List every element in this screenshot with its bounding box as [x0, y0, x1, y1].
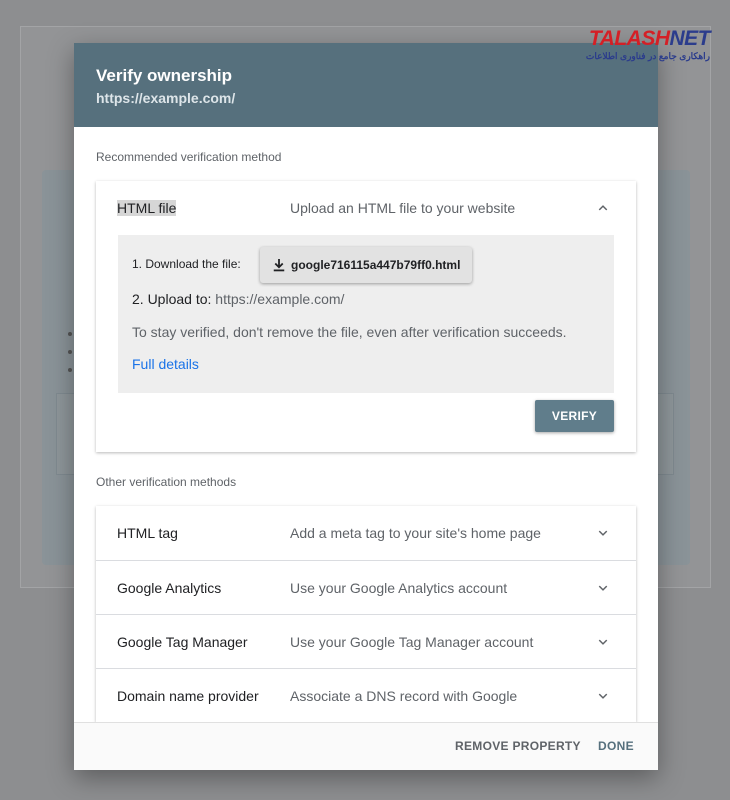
method-description: Upload an HTML file to your website	[290, 200, 516, 216]
method-row-html-tag[interactable]: HTML tag Add a meta tag to your site's h…	[96, 506, 636, 560]
chevron-down-icon[interactable]	[594, 687, 612, 705]
logo-part-1: TALASH	[588, 27, 670, 50]
background-bullet	[68, 332, 72, 336]
background-bullet	[68, 368, 72, 372]
method-name: HTML tag	[117, 525, 178, 541]
upload-step: 2. Upload to: https://example.com/	[132, 291, 344, 307]
method-row-domain-name-provider[interactable]: Domain name provider Associate a DNS rec…	[96, 668, 636, 722]
method-row-google-tag-manager[interactable]: Google Tag Manager Use your Google Tag M…	[96, 614, 636, 668]
dialog-footer: REMOVE PROPERTY DONE	[74, 722, 658, 770]
method-description: Add a meta tag to your site's home page	[290, 525, 541, 541]
upload-url: https://example.com/	[215, 291, 345, 307]
download-icon	[273, 259, 285, 272]
verify-button[interactable]: VERIFY	[535, 400, 614, 432]
recommended-section-label: Recommended verification method	[96, 150, 282, 164]
method-name: Google Tag Manager	[117, 633, 248, 650]
method-name: Google Analytics	[117, 579, 222, 596]
method-name: HTML file	[117, 200, 177, 216]
method-description: Use your Google Analytics account	[290, 579, 508, 596]
method-details-panel: 1. Download the file: google716115a447b7…	[118, 235, 614, 393]
download-step-label: 1. Download the file:	[132, 257, 241, 271]
method-name: Domain name provider	[117, 687, 259, 704]
other-methods-list: HTML tag Add a meta tag to your site's h…	[96, 506, 636, 722]
file-name: google716115a447b79ff0.html	[291, 258, 461, 272]
dialog-subtitle: https://example.com/	[96, 90, 236, 106]
verify-ownership-dialog: Verify ownership https://example.com/ Re…	[74, 43, 658, 770]
dialog-title: Verify ownership	[96, 66, 233, 85]
remove-property-button[interactable]: REMOVE PROPERTY	[455, 739, 581, 753]
background-bullet	[68, 350, 72, 354]
upload-step-label: 2. Upload to:	[132, 291, 212, 307]
method-row-google-analytics[interactable]: Google Analytics Use your Google Analyti…	[96, 560, 636, 614]
method-description: Associate a DNS record with Google	[290, 687, 518, 704]
watermark-logo: TALASHNET راهکاری جامع در فناوری اطلاعات	[570, 27, 711, 66]
chevron-down-icon[interactable]	[594, 579, 612, 597]
done-button[interactable]: DONE	[598, 739, 634, 753]
method-row-html-file[interactable]: HTML file Upload an HTML file to your we…	[96, 181, 636, 235]
full-details-link[interactable]: Full details	[132, 356, 199, 372]
download-file-button[interactable]: google716115a447b79ff0.html	[260, 247, 472, 283]
logo-part-2: NET	[669, 27, 711, 50]
chevron-down-icon[interactable]	[594, 524, 612, 542]
chevron-down-icon[interactable]	[594, 633, 612, 651]
other-section-label: Other verification methods	[96, 475, 237, 489]
logo-tagline: راهکاری جامع در فناوری اطلاعات	[585, 51, 710, 61]
chevron-up-icon[interactable]	[594, 199, 612, 217]
logo-wordmark: TALASHNET	[570, 27, 711, 50]
recommended-method-card: HTML file Upload an HTML file to your we…	[96, 181, 636, 452]
stay-verified-note: To stay verified, don't remove the file,…	[132, 324, 567, 340]
method-description: Use your Google Tag Manager account	[290, 633, 534, 650]
